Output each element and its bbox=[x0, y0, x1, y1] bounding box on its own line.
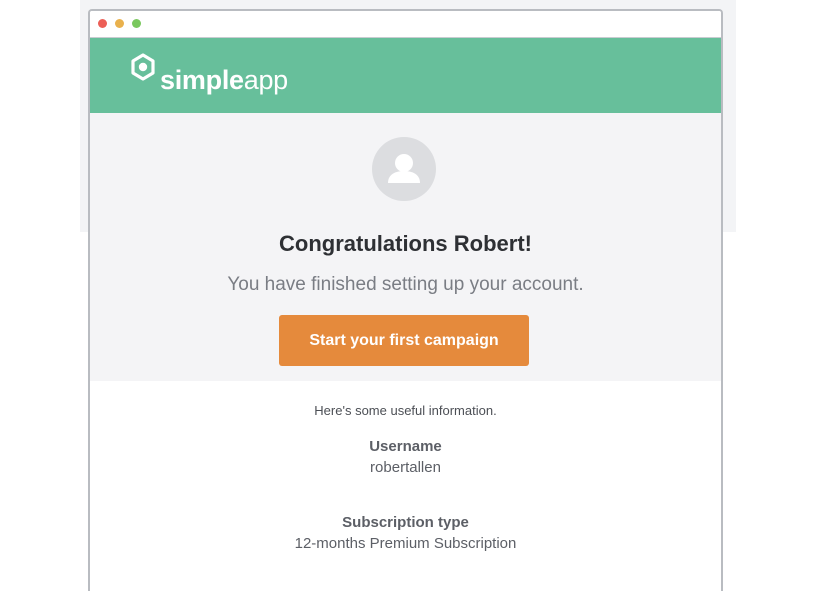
window-titlebar bbox=[90, 11, 721, 38]
username-value: robertallen bbox=[370, 459, 441, 476]
user-avatar-icon bbox=[372, 137, 436, 201]
maximize-window-button[interactable] bbox=[132, 19, 141, 28]
browser-window: simpleapp Congratulations Robert! You ha… bbox=[88, 9, 723, 591]
start-campaign-button[interactable]: Start your first campaign bbox=[279, 315, 529, 366]
subscription-type-label: Subscription type bbox=[342, 514, 469, 531]
username-label: Username bbox=[369, 438, 442, 455]
setup-complete-text: You have finished setting up your accoun… bbox=[227, 274, 584, 295]
brand-logo[interactable]: simpleapp bbox=[130, 53, 288, 95]
hexagon-logo-icon bbox=[131, 53, 155, 81]
greeting-heading: Congratulations Robert! bbox=[279, 231, 532, 256]
info-intro-text: Here's some useful information. bbox=[314, 403, 497, 418]
subscription-type-value: 12-months Premium Subscription bbox=[294, 535, 517, 552]
minimize-window-button[interactable] bbox=[115, 19, 124, 28]
brand-wordmark: simpleapp bbox=[160, 65, 288, 95]
email-header: simpleapp bbox=[90, 38, 721, 113]
close-window-button[interactable] bbox=[98, 19, 107, 28]
account-info-section: Here's some useful information. Username… bbox=[90, 403, 721, 552]
welcome-hero: Congratulations Robert! You have finishe… bbox=[90, 113, 721, 381]
